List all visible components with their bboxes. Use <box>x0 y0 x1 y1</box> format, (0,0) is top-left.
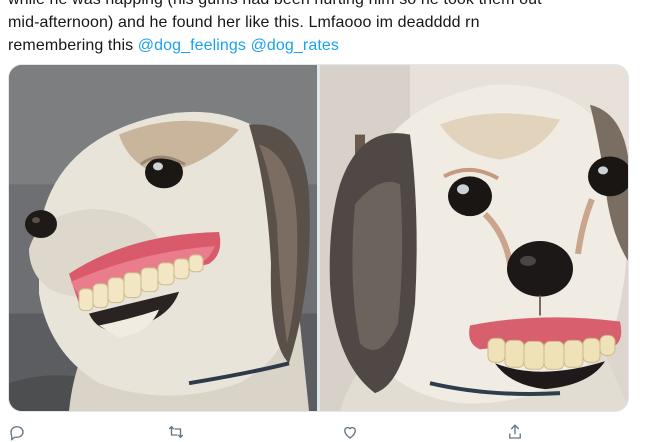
tweet-text-line-1: while he was napping (his gums had been … <box>8 0 638 11</box>
tweet-text-line-3-prefix: remembering this <box>8 37 138 54</box>
retweet-button[interactable] <box>166 422 186 442</box>
reply-button[interactable] <box>7 422 27 442</box>
photo-dog-profile[interactable] <box>9 65 317 411</box>
tweet-text-line-2: mid-afternoon) and he found her like thi… <box>8 14 480 31</box>
tweet-action-bar <box>0 422 650 442</box>
share-icon <box>509 424 521 439</box>
tweet-text-line-3: remembering this @dog_feelings @dog_rate… <box>8 34 638 57</box>
mention-dog-rates[interactable]: @dog_rates <box>251 37 339 54</box>
share-button[interactable] <box>505 422 525 442</box>
reply-icon <box>10 426 24 441</box>
like-icon <box>344 426 356 439</box>
media-grid <box>8 64 629 412</box>
like-button[interactable] <box>340 422 360 442</box>
mention-dog-feelings[interactable]: @dog_feelings <box>138 37 246 54</box>
tweet-text: while he was napping (his gums had been … <box>8 0 638 57</box>
photo-dog-front[interactable] <box>320 65 628 411</box>
retweet-icon <box>168 425 184 439</box>
